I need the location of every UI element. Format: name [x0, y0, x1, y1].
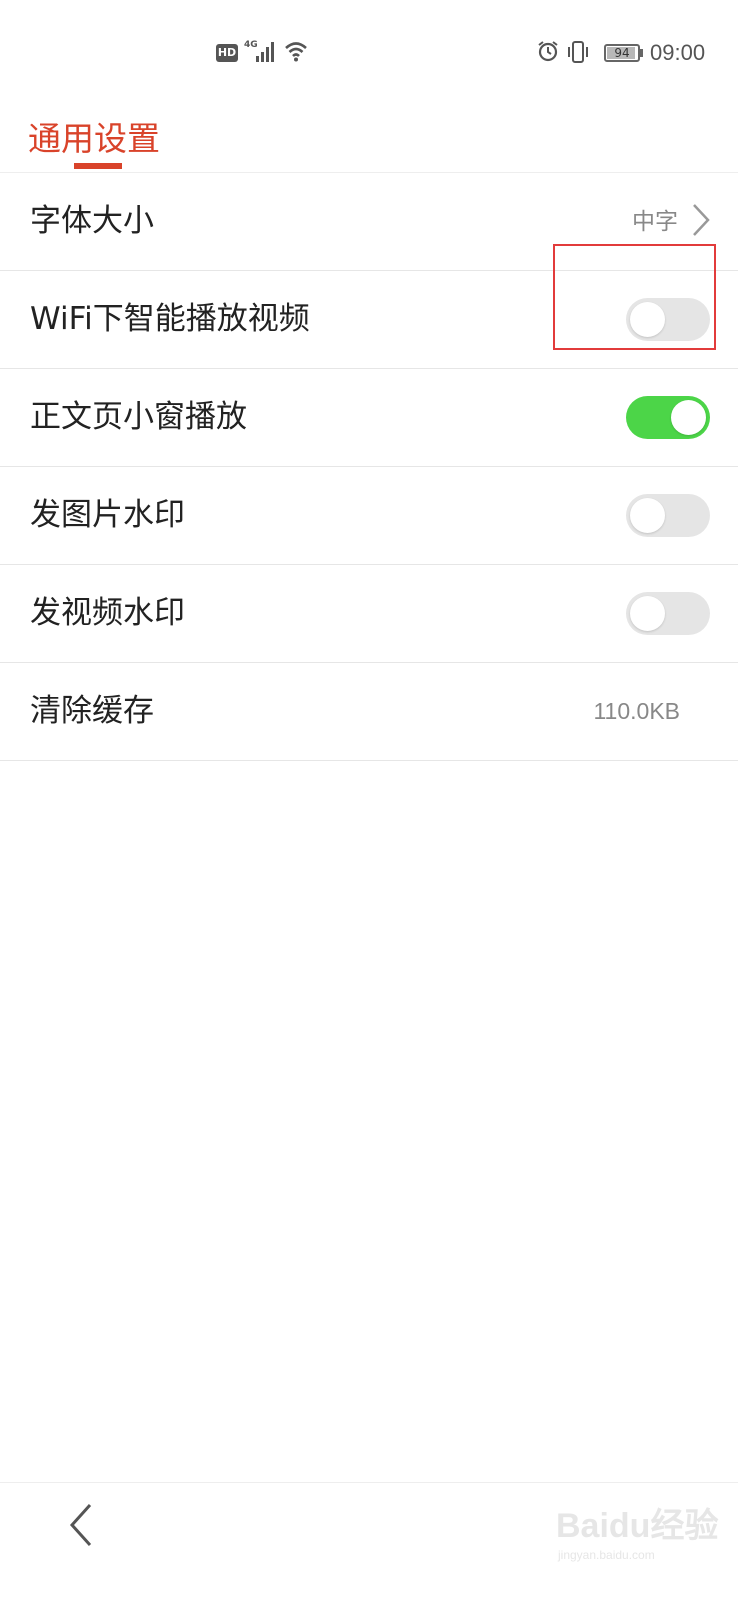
setting-label: 发视频水印 [30, 595, 185, 631]
watermark-text: Baidu经验 [556, 1507, 719, 1545]
toggle-knob [630, 302, 665, 337]
toggle-knob [671, 400, 706, 435]
chevron-right-icon [693, 204, 710, 236]
battery-icon: 94 [604, 44, 640, 62]
cache-size-value: 110.0KB [593, 698, 680, 724]
settings-list: 字体大小 中字 WiFi下智能播放视频 正文页小窗播放 发图片水印 发视频水印 … [0, 173, 738, 761]
toggle-knob [630, 498, 665, 533]
image-watermark-toggle[interactable] [626, 494, 710, 537]
setting-label: 正文页小窗播放 [30, 399, 247, 435]
battery-level-text: 94 [614, 46, 630, 60]
setting-row-clear-cache[interactable]: 清除缓存 110.0KB [0, 663, 738, 761]
tab-bar: 通用设置 [0, 100, 738, 173]
chevron-left-icon[interactable] [60, 1501, 104, 1549]
alarm-icon [538, 41, 558, 62]
toggle-knob [630, 596, 665, 631]
setting-label: 清除缓存 [30, 693, 154, 729]
battery-tip [640, 49, 643, 57]
setting-row-mini-window: 正文页小窗播放 [0, 369, 738, 467]
setting-label: WiFi下智能播放视频 [30, 301, 310, 337]
wifi-icon [285, 42, 307, 62]
vibrate-icon [568, 41, 588, 63]
video-watermark-toggle[interactable] [626, 592, 710, 635]
wifi-autoplay-toggle[interactable] [626, 298, 710, 341]
hd-icon: HD [216, 44, 238, 62]
setting-row-font-size[interactable]: 字体大小 中字 [0, 173, 738, 271]
font-size-value: 中字 [632, 208, 678, 234]
signal-icon [256, 42, 274, 62]
setting-row-image-watermark: 发图片水印 [0, 467, 738, 565]
setting-label: 发图片水印 [30, 497, 185, 533]
status-bar: HD 4G 94 09:00 [0, 0, 738, 100]
tab-general-settings[interactable]: 通用设置 [28, 112, 160, 160]
setting-row-wifi-autoplay: WiFi下智能播放视频 [0, 271, 738, 369]
watermark-subtext: jingyan.baidu.com [558, 1548, 655, 1562]
watermark-logo: Baidu经验 jingyan.baidu.com [538, 1490, 728, 1570]
setting-label: 字体大小 [30, 203, 154, 239]
tab-active-indicator [74, 163, 122, 169]
setting-row-video-watermark: 发视频水印 [0, 565, 738, 663]
clock: 09:00 [650, 40, 706, 65]
mini-window-toggle[interactable] [626, 396, 710, 439]
